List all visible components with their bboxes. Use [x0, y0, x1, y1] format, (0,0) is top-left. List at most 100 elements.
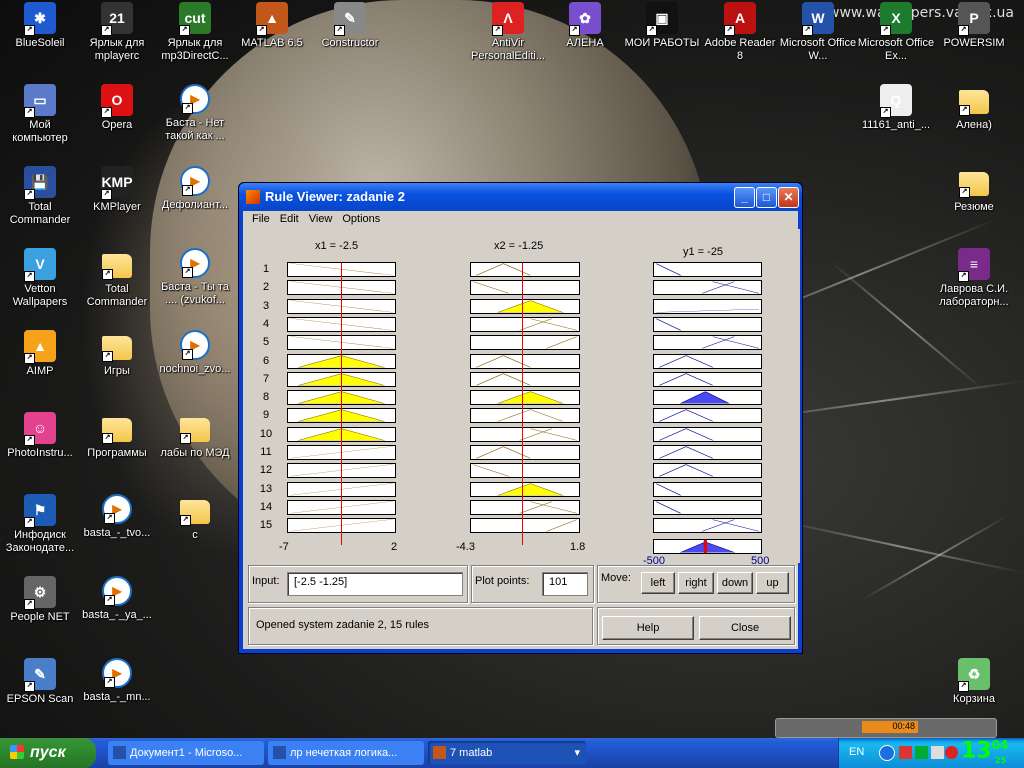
desktop-icon[interactable]: cut ↗ Ярлык для mp3DirectC...: [155, 2, 235, 63]
desktop-icon[interactable]: X ↗ Microsoft Office Ex...: [856, 2, 936, 63]
membership-cell[interactable]: [470, 499, 580, 515]
input-value-line[interactable]: [341, 262, 342, 545]
desktop-icon[interactable]: ▶ ↗ basta_-_tvo...: [77, 494, 157, 540]
membership-cell[interactable]: [653, 390, 762, 406]
membership-cell[interactable]: [470, 280, 580, 296]
desktop-icon[interactable]: Q ↗ 11161_anti_...: [856, 84, 936, 132]
desktop-icon[interactable]: ▲ ↗ AIMP: [0, 330, 80, 378]
desktop-icon[interactable]: ↗ Резюме: [934, 166, 1014, 214]
help-button[interactable]: Help: [602, 616, 694, 640]
rule-plot-area[interactable]: x1 = -2.5 x2 = -1.25 y1 = -25 1234567891…: [243, 229, 800, 567]
desktop-icon[interactable]: ↗ лабы по МЭД: [155, 412, 235, 460]
desktop-icon[interactable]: ↗ Игры: [77, 330, 157, 378]
close-window-button[interactable]: ✕: [778, 187, 799, 208]
menu-view[interactable]: View: [304, 211, 338, 229]
membership-cell[interactable]: [653, 481, 762, 497]
minimize-button[interactable]: _: [734, 187, 755, 208]
media-player-bar[interactable]: 00:48: [775, 718, 997, 738]
desktop-icon[interactable]: ✿ ↗ АЛЕНА: [545, 2, 625, 50]
membership-cell[interactable]: [653, 499, 762, 515]
tray-arrow-icon[interactable]: [879, 745, 895, 761]
desktop-icon[interactable]: ↗ Total Commander: [77, 248, 157, 309]
membership-cell[interactable]: [653, 518, 762, 534]
rule-viewer-window[interactable]: Rule Viewer: zadanie 2 _ □ ✕ File Edit V…: [238, 182, 803, 654]
aggregated-output-cell[interactable]: [653, 538, 762, 554]
membership-cell[interactable]: [653, 280, 762, 296]
menu-file[interactable]: File: [247, 211, 275, 229]
desktop-icon[interactable]: O ↗ Opera: [77, 84, 157, 132]
desktop-icon[interactable]: ✎ ↗ Constructor: [310, 2, 390, 50]
membership-cell[interactable]: [653, 316, 762, 332]
maximize-button[interactable]: □: [756, 187, 777, 208]
move-down-button[interactable]: down: [717, 572, 753, 594]
membership-cell[interactable]: [470, 481, 580, 497]
membership-cell[interactable]: [653, 335, 762, 351]
input-value-line[interactable]: [522, 262, 523, 545]
menu-edit[interactable]: Edit: [275, 211, 304, 229]
desktop-icon[interactable]: ▣ ↗ МОИ РАБОТЫ: [622, 2, 702, 50]
desktop-icon[interactable]: ✱ ↗ BlueSoleil: [0, 2, 80, 50]
desktop-icon[interactable]: ▭ ↗ Мой компьютер: [0, 84, 80, 145]
desktop-icon[interactable]: ▶ ↗ basta_-_mn...: [77, 658, 157, 704]
desktop-icon[interactable]: KMP ↗ KMPlayer: [77, 166, 157, 214]
membership-cell[interactable]: [470, 445, 580, 460]
desktop-icon[interactable]: ⚑ ↗ Инфодиск Законодате...: [0, 494, 80, 555]
membership-cell[interactable]: [470, 262, 580, 277]
membership-cell[interactable]: [470, 371, 580, 387]
close-button[interactable]: Close: [699, 616, 791, 640]
move-right-button[interactable]: right: [678, 572, 714, 594]
membership-cell[interactable]: [653, 445, 762, 460]
desktop-icon[interactable]: ▲ ↗ MATLAB 6.5: [232, 2, 312, 50]
desktop-icon[interactable]: V ↗ Vetton Wallpapers: [0, 248, 80, 309]
membership-cell[interactable]: [653, 262, 762, 277]
task-word-document[interactable]: Документ1 - Microso...: [108, 741, 264, 765]
membership-cell[interactable]: [470, 298, 580, 314]
desktop-icon[interactable]: ☺ ↗ PhotoInstru...: [0, 412, 80, 460]
membership-cell[interactable]: [470, 426, 580, 442]
membership-cell[interactable]: [653, 408, 762, 424]
start-button[interactable]: пуск: [0, 738, 96, 768]
move-left-button[interactable]: left: [641, 572, 675, 594]
desktop-icon[interactable]: ⚙ ↗ People NET: [0, 576, 80, 624]
move-up-button[interactable]: up: [756, 572, 789, 594]
language-indicator[interactable]: EN: [849, 746, 864, 758]
membership-cell[interactable]: [653, 353, 762, 369]
plot-points-field[interactable]: 101: [542, 572, 588, 596]
desktop-icon[interactable]: A ↗ Adobe Reader 8: [700, 2, 780, 63]
desktop-icon[interactable]: ▶ ↗ Баста - Ты та .... (zvukof...: [155, 248, 235, 307]
desktop-icon[interactable]: ↗ с: [155, 494, 235, 542]
membership-cell[interactable]: [653, 426, 762, 442]
desktop-icon[interactable]: P ↗ POWERSIM: [934, 2, 1014, 50]
clock[interactable]: 1304 25: [961, 738, 1008, 765]
desktop-icon[interactable]: 21 ↗ Ярлык для mplayerc: [77, 2, 157, 63]
tray-flag-icon[interactable]: [931, 746, 944, 759]
input-field[interactable]: [-2.5 -1.25]: [287, 572, 463, 596]
membership-cell[interactable]: [470, 408, 580, 424]
membership-cell[interactable]: [470, 463, 580, 479]
antivir-tray-icon[interactable]: [945, 746, 958, 759]
desktop-icon[interactable]: Λ ↗ AntiVir PersonalEditi...: [468, 2, 548, 63]
title-bar[interactable]: Rule Viewer: zadanie 2 _ □ ✕: [239, 183, 802, 211]
desktop-icon[interactable]: ▶ ↗ basta_-_ya_...: [77, 576, 157, 622]
task-matlab[interactable]: 7 matlab ▾: [428, 741, 586, 765]
desktop-icon[interactable]: ↗ Алена): [934, 84, 1014, 132]
membership-cell[interactable]: [653, 371, 762, 387]
membership-cell[interactable]: [470, 353, 580, 369]
desktop-icon[interactable]: ≡ ↗ Лаврова С.И. лабораторн...: [934, 248, 1014, 309]
desktop-icon[interactable]: W ↗ Microsoft Office W...: [778, 2, 858, 63]
membership-cell[interactable]: [470, 335, 580, 351]
menu-options[interactable]: Options: [337, 211, 385, 229]
desktop-icon[interactable]: ♻ ↗ Корзина: [934, 658, 1014, 706]
membership-cell[interactable]: [653, 298, 762, 314]
desktop-icon[interactable]: ▶ ↗ Дефолиант...: [155, 166, 235, 212]
tray-app-icon[interactable]: [915, 746, 928, 759]
desktop-icon[interactable]: ✎ ↗ EPSON Scan: [0, 658, 80, 706]
membership-cell[interactable]: [470, 390, 580, 406]
task-word-lr[interactable]: лр нечеткая логика...: [268, 741, 424, 765]
membership-cell[interactable]: [470, 518, 580, 534]
desktop-icon[interactable]: ▶ ↗ Баста - Нет такой как ...: [155, 84, 235, 143]
desktop-icon[interactable]: ↗ Программы: [77, 412, 157, 460]
desktop-icon[interactable]: ▶ ↗ nochnoi_zvo...: [155, 330, 235, 376]
desktop-icon[interactable]: 💾 ↗ Total Commander: [0, 166, 80, 227]
membership-cell[interactable]: [653, 463, 762, 479]
